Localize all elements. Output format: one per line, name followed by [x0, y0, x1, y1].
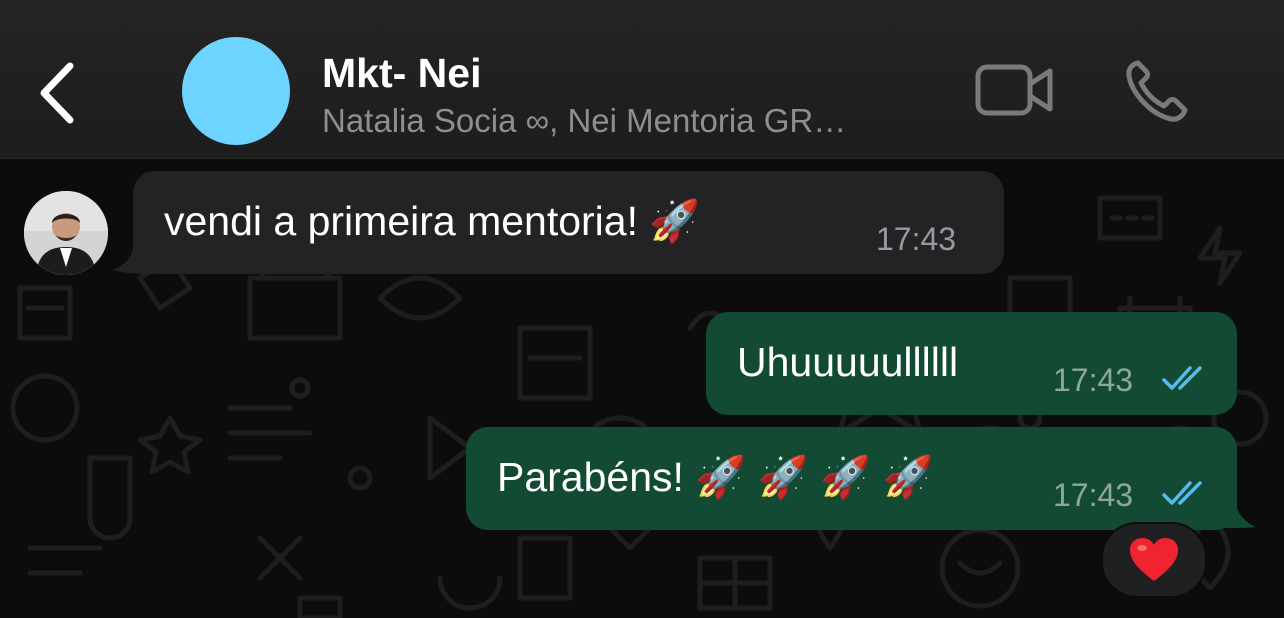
back-button[interactable] — [30, 58, 90, 128]
chat-participants[interactable]: Natalia Socia ∞, Nei Mentoria GR… — [322, 102, 937, 140]
message-bubble-incoming[interactable]: vendi a primeira mentoria! 🚀 17:43 — [133, 171, 1004, 274]
message-time: 17:43 — [1053, 362, 1134, 398]
message-time: 17:43 — [1053, 477, 1134, 513]
message-reaction[interactable] — [1101, 522, 1207, 598]
video-call-button[interactable] — [974, 62, 1056, 118]
group-avatar[interactable] — [182, 37, 290, 145]
message-bubble-outgoing[interactable]: Parabéns! 🚀 🚀 🚀 🚀 17:43 — [466, 427, 1237, 530]
chat-header: Mkt- Nei Natalia Socia ∞, Nei Mentoria G… — [0, 0, 1284, 159]
chevron-left-icon — [40, 62, 74, 124]
chat-title[interactable]: Mkt- Nei — [322, 50, 481, 97]
phone-icon — [1126, 60, 1188, 122]
message-text: vendi a primeira mentoria! 🚀 — [164, 198, 701, 244]
message-text: Uhuuuuullllll — [737, 339, 959, 385]
read-receipt-icon — [1162, 481, 1202, 505]
message-text: Parabéns! 🚀 🚀 🚀 🚀 — [497, 454, 934, 500]
read-receipt-icon — [1162, 366, 1202, 390]
message-time: 17:43 — [876, 221, 957, 257]
message-bubble-outgoing[interactable]: Uhuuuuullllll 17:43 — [706, 312, 1237, 415]
voice-call-button[interactable] — [1124, 58, 1190, 124]
video-camera-icon — [975, 64, 1053, 116]
heart-icon — [1130, 538, 1178, 581]
sender-avatar[interactable] — [24, 191, 108, 275]
person-photo-icon — [24, 191, 108, 275]
